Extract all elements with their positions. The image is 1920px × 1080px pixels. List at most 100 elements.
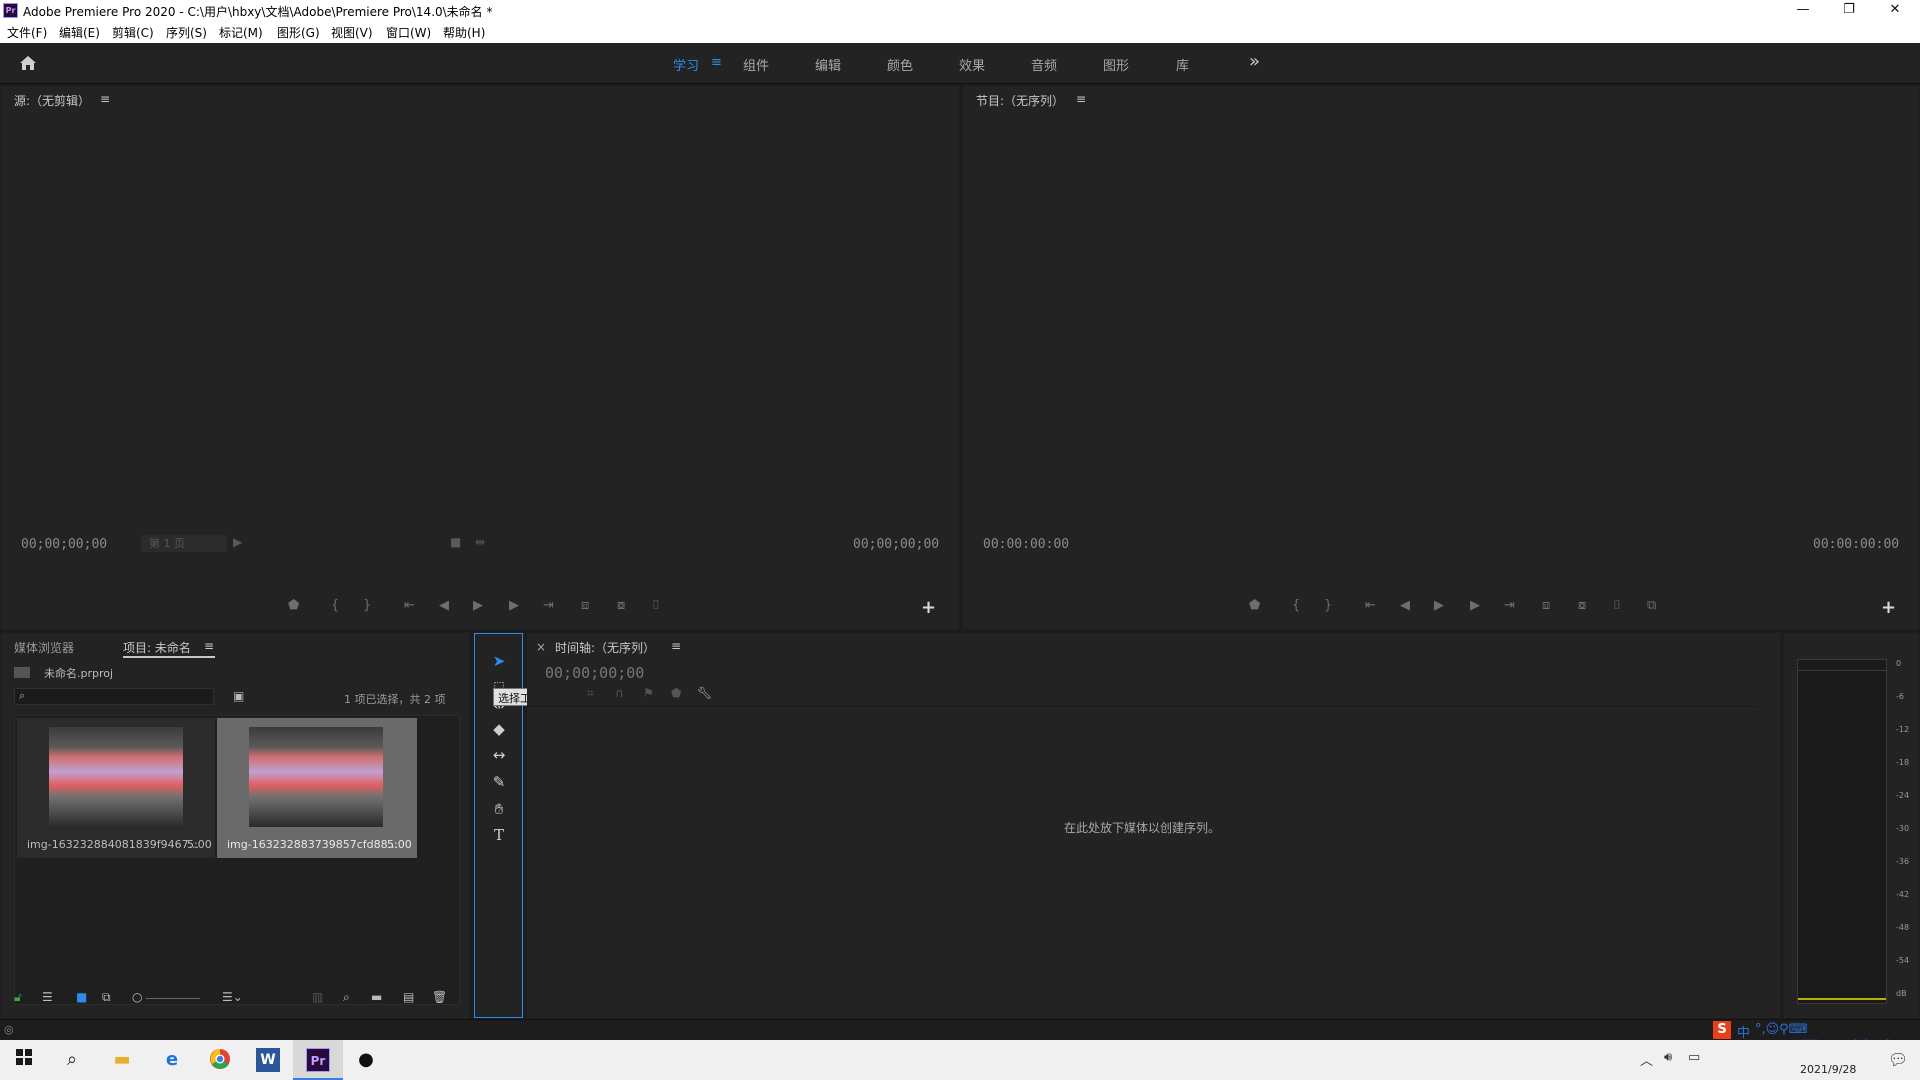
mark-in-icon[interactable]: { — [331, 598, 339, 613]
go-to-out-icon[interactable]: ⇥ — [543, 598, 554, 613]
source-add-button[interactable]: + — [921, 597, 936, 618]
go-to-in-icon[interactable]: ⇤ — [1365, 598, 1376, 613]
export-frame-icon[interactable]: ⌷ — [1613, 598, 1621, 613]
workspace-tab-effects[interactable]: 效果 — [959, 55, 985, 74]
add-marker-icon[interactable]: ⬟ — [671, 686, 681, 700]
step-back-icon[interactable]: ◀ — [439, 598, 449, 613]
word-icon[interactable]: W — [256, 1048, 280, 1072]
menu-edit[interactable]: 编辑(E) — [59, 24, 100, 41]
workspace-tab-editing[interactable]: 编辑 — [815, 55, 841, 74]
linked-selection-icon[interactable]: ⚑ — [643, 686, 654, 700]
go-to-out-icon[interactable]: ⇥ — [1504, 598, 1515, 613]
play-icon[interactable]: ▶ — [473, 598, 483, 613]
nest-icon[interactable]: ⌗ — [587, 686, 594, 701]
taskbar-date[interactable]: 2021/9/28 — [1800, 1063, 1856, 1076]
selection-tool-icon[interactable]: ➤ — [481, 652, 517, 670]
snap-icon[interactable]: ∩ — [615, 686, 624, 700]
wrench-icon[interactable]: 🔧︎ — [697, 686, 712, 700]
workspace-menu-icon[interactable]: ≡ — [711, 55, 722, 70]
zoom-slider[interactable] — [146, 998, 200, 999]
insert-icon[interactable]: ⧈ — [581, 598, 589, 613]
menu-view[interactable]: 视图(V) — [331, 24, 373, 41]
razor-tool-icon[interactable]: ◆ — [481, 720, 517, 738]
new-item-icon[interactable]: ▤ — [403, 990, 414, 1004]
project-search-input[interactable]: ⌕ — [14, 688, 214, 705]
new-bin-from-search-icon[interactable]: ▣ — [233, 689, 244, 703]
add-marker-icon[interactable]: ⬟ — [1249, 598, 1260, 613]
chrome-icon[interactable] — [208, 1048, 232, 1072]
source-track-icon[interactable]: ⇹ — [475, 535, 485, 549]
pen-tool-icon[interactable]: ✎ — [481, 773, 517, 791]
menu-file[interactable]: 文件(F) — [7, 24, 47, 41]
comparison-view-icon[interactable]: ⧉ — [1647, 598, 1656, 613]
volume-icon[interactable]: 🔊︎ — [1664, 1050, 1672, 1065]
source-page-next-icon[interactable]: ▶ — [233, 535, 242, 549]
extract-icon[interactable]: ⧇ — [1578, 598, 1586, 613]
zoom-slider-icon[interactable]: ○ — [132, 990, 142, 1004]
mark-in-icon[interactable]: { — [1292, 598, 1300, 613]
icon-view-icon[interactable]: ■ — [76, 990, 87, 1004]
workspace-overflow-icon[interactable]: » — [1249, 51, 1260, 72]
timeline-close-icon[interactable]: × — [536, 640, 546, 654]
sogou-ime-icon[interactable]: S — [1713, 1021, 1731, 1039]
ime-mode-label[interactable]: 中 — [1737, 1022, 1750, 1041]
mark-out-icon[interactable]: } — [1324, 598, 1332, 613]
automate-to-sequence-icon[interactable]: ▥ — [312, 990, 323, 1004]
slip-tool-icon[interactable]: ↔ — [481, 746, 517, 764]
program-add-button[interactable]: + — [1881, 597, 1896, 618]
workspace-tab-libraries[interactable]: 库 — [1176, 55, 1189, 74]
restore-button[interactable]: ❐ — [1826, 0, 1872, 21]
menu-sequence[interactable]: 序列(S) — [166, 24, 207, 41]
close-button[interactable]: ✕ — [1872, 0, 1918, 21]
source-fit-icon[interactable]: ■ — [450, 535, 461, 549]
new-bin-icon[interactable]: ▬ — [371, 990, 382, 1004]
workspace-tab-assembly[interactable]: 组件 — [743, 55, 769, 74]
notification-icon[interactable]: 💬︎ — [1888, 1050, 1908, 1069]
tab-media-browser[interactable]: 媒体浏览器 — [14, 639, 74, 656]
program-timecode-left[interactable]: 00:00:00:00 — [983, 537, 1069, 552]
sort-icon[interactable]: ☰⌄ — [222, 990, 243, 1004]
export-frame-icon[interactable]: ⌷ — [652, 598, 660, 613]
trash-icon[interactable]: 🗑︎ — [432, 990, 447, 1004]
hand-tool-icon[interactable]: ✋︎ — [481, 800, 517, 818]
list-view-icon[interactable]: ☰ — [42, 990, 53, 1004]
workspace-tab-color[interactable]: 颜色 — [887, 55, 913, 74]
lock-icon[interactable]: 🔓︎ — [14, 990, 22, 1005]
home-icon[interactable] — [18, 53, 38, 73]
step-forward-icon[interactable]: ▶ — [1470, 598, 1480, 613]
project-panel-menu-icon[interactable]: ≡ — [204, 639, 214, 653]
find-icon[interactable]: ⌕ — [343, 990, 350, 1005]
menu-clip[interactable]: 剪辑(C) — [112, 24, 154, 41]
search-icon[interactable]: ⌕ — [60, 1048, 84, 1072]
source-timecode-left[interactable]: 00;00;00;00 — [21, 537, 107, 552]
windows-start-icon[interactable] — [12, 1048, 36, 1072]
timeline-timecode[interactable]: 00;00;00;00 — [545, 664, 644, 682]
project-item-selected[interactable]: img-163232883739857cfd88... 5:00 — [217, 718, 417, 858]
workspace-tab-learn[interactable]: 学习 — [673, 55, 699, 74]
menu-help[interactable]: 帮助(H) — [443, 24, 485, 41]
menu-graphics[interactable]: 图形(G) — [277, 24, 320, 41]
edge-browser-icon[interactable]: e — [160, 1048, 184, 1072]
timeline-drop-area[interactable]: 在此处放下媒体以创建序列。 — [527, 706, 1757, 1006]
workspace-tab-graphics[interactable]: 图形 — [1103, 55, 1129, 74]
lift-icon[interactable]: ⧈ — [1542, 598, 1550, 613]
network-icon[interactable]: ▭ — [1688, 1050, 1700, 1065]
overwrite-icon[interactable]: ⧇ — [617, 598, 625, 613]
play-icon[interactable]: ▶ — [1434, 598, 1444, 613]
project-item[interactable]: img-163232884081839f9467... 5:00 — [17, 718, 215, 858]
source-panel-menu-icon[interactable]: ≡ — [100, 92, 110, 106]
step-forward-icon[interactable]: ▶ — [509, 598, 519, 613]
file-explorer-icon[interactable]: ▬ — [110, 1048, 134, 1072]
source-page-select[interactable]: 第 1 页 — [141, 535, 227, 552]
timeline-panel-menu-icon[interactable]: ≡ — [671, 639, 681, 653]
tray-expand-icon[interactable]: ︿ — [1640, 1050, 1653, 1069]
step-back-icon[interactable]: ◀ — [1400, 598, 1410, 613]
premiere-taskbar-item[interactable]: Pr — [293, 1040, 343, 1080]
mark-out-icon[interactable]: } — [363, 598, 371, 613]
menu-markers[interactable]: 标记(M) — [219, 24, 263, 41]
program-panel-menu-icon[interactable]: ≡ — [1076, 92, 1086, 106]
type-tool-icon[interactable]: T — [481, 826, 517, 844]
go-to-in-icon[interactable]: ⇤ — [404, 598, 415, 613]
qq-penguin-icon[interactable]: ● — [354, 1048, 378, 1072]
freeform-view-icon[interactable]: ⧉ — [102, 990, 111, 1005]
